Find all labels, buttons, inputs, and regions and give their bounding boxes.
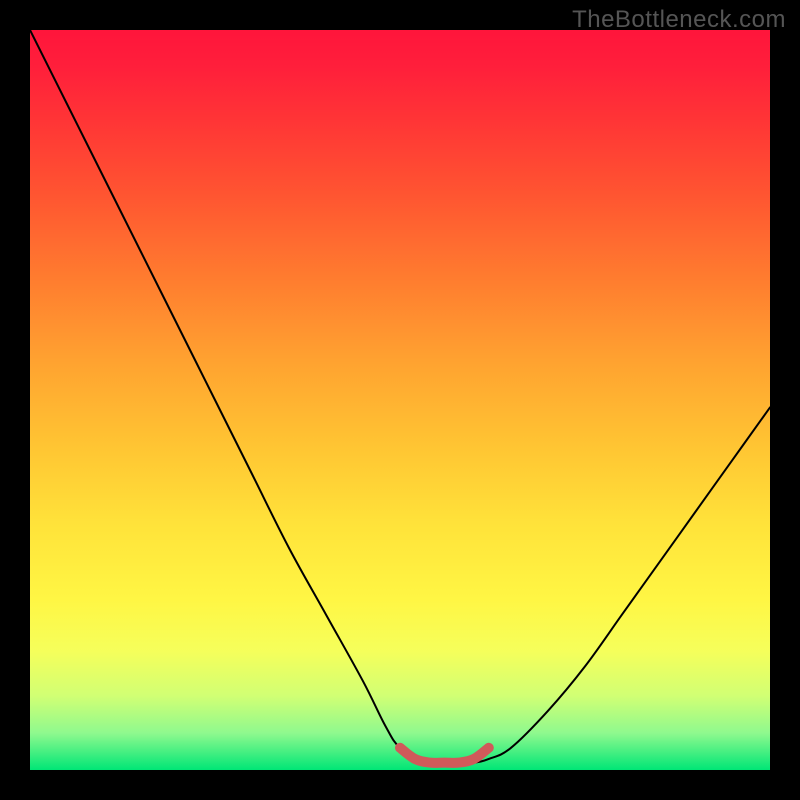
- chart-container: TheBottleneck.com: [0, 0, 800, 800]
- watermark-text: TheBottleneck.com: [572, 6, 786, 34]
- plot-area: [30, 30, 770, 770]
- bottleneck-curve: [30, 30, 770, 763]
- optimal-range-highlight: [400, 748, 489, 763]
- curve-layer: [30, 30, 770, 770]
